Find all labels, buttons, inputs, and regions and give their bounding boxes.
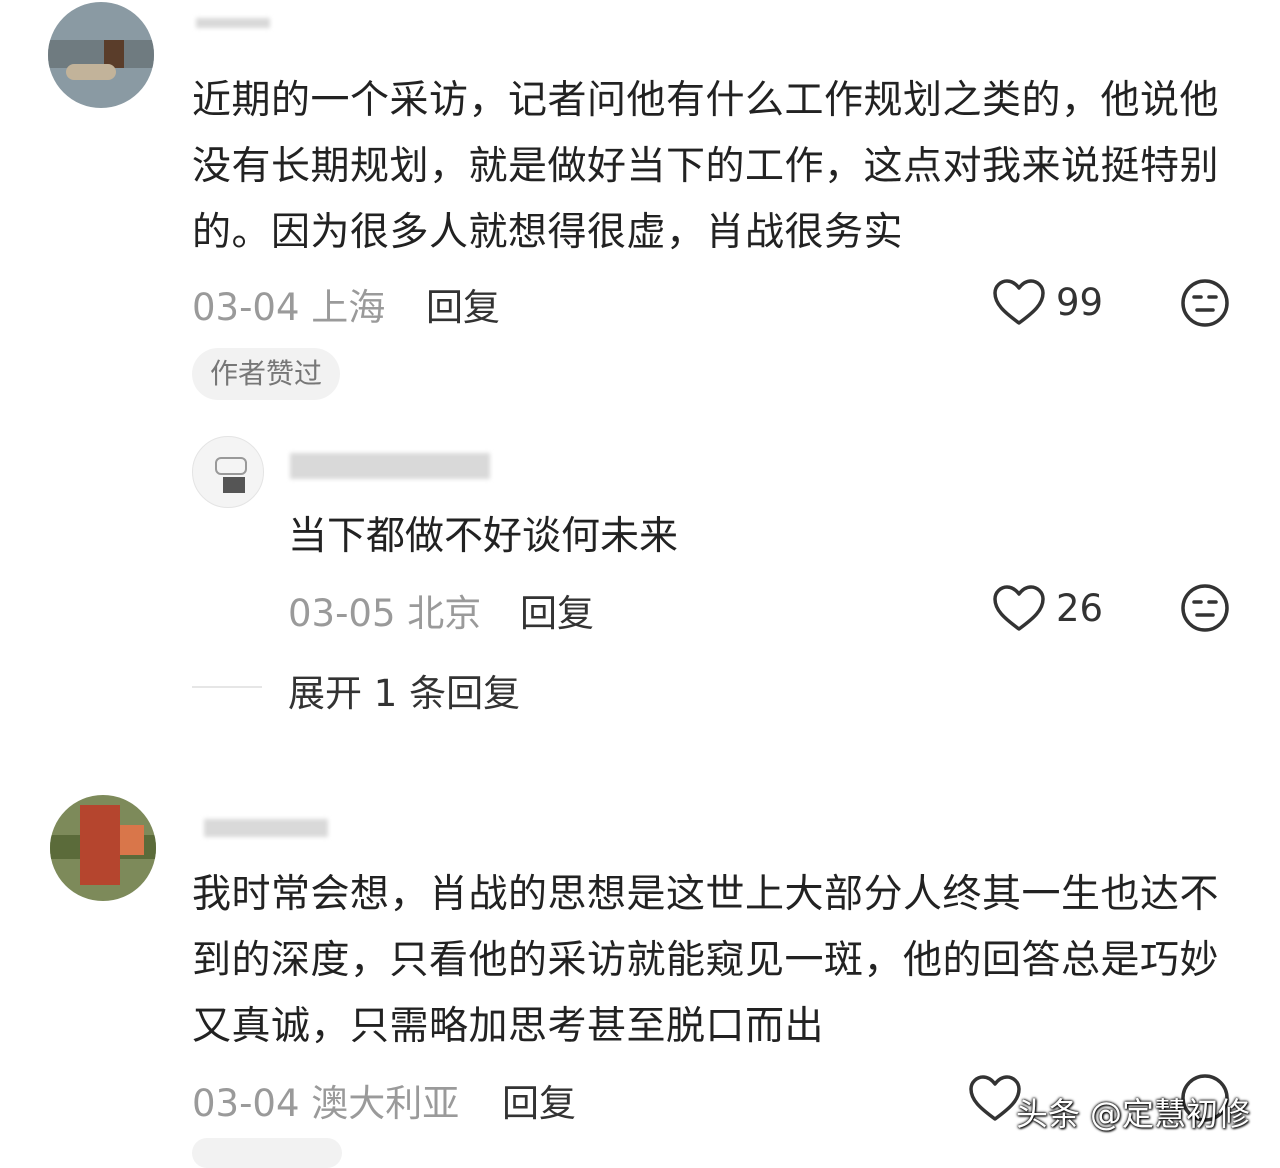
reply-button[interactable]: 回复	[502, 1073, 576, 1127]
reply-location: 北京	[407, 592, 482, 635]
reply-reply-button[interactable]: 回复	[520, 583, 594, 637]
comment-date: 03-04	[192, 1082, 300, 1125]
comment-date: 03-04	[192, 286, 300, 329]
reply-date: 03-05	[288, 592, 396, 635]
comment-text: 近期的一个采访，记者问他有什么工作规划之类的，他说他没有长期规划，就是做好当下的…	[192, 78, 1220, 255]
comment-location: 上海	[311, 286, 386, 329]
reply-username[interactable]	[290, 453, 490, 479]
commenter-avatar[interactable]	[50, 795, 156, 901]
comment-location: 澳大利亚	[311, 1082, 460, 1125]
neutral-face-icon[interactable]	[1179, 277, 1231, 329]
like-count: 26	[1056, 587, 1104, 630]
heart-outline-icon[interactable]	[992, 278, 1046, 326]
watermark: 头条 @定慧初修	[1015, 1095, 1250, 1133]
commenter-username[interactable]	[204, 819, 328, 837]
reply-meta: 03-05 北京	[288, 583, 481, 637]
expand-replies-button[interactable]: 展开 1 条回复	[288, 663, 520, 717]
commenter-avatar[interactable]	[48, 2, 154, 108]
author-liked-badge	[192, 1138, 342, 1168]
author-liked-badge: 作者赞过	[192, 348, 341, 400]
heart-outline-icon[interactable]	[968, 1074, 1022, 1122]
neutral-face-icon[interactable]	[1179, 582, 1231, 634]
reply-avatar[interactable]	[192, 436, 264, 508]
reply-button[interactable]: 回复	[426, 277, 500, 331]
comment-meta: 03-04 澳大利亚	[192, 1073, 459, 1127]
reply-text: 当下都做不好谈何未来	[288, 514, 679, 559]
commenter-username[interactable]	[196, 18, 270, 28]
comment-text: 我时常会想，肖战的思想是这世上大部分人终其一生也达不到的深度，只看他的采访就能窥…	[192, 872, 1220, 1049]
expand-divider	[192, 686, 262, 688]
like-count: 99	[1056, 281, 1104, 324]
heart-outline-icon[interactable]	[992, 584, 1046, 632]
comment-meta: 03-04 上海	[192, 277, 385, 331]
